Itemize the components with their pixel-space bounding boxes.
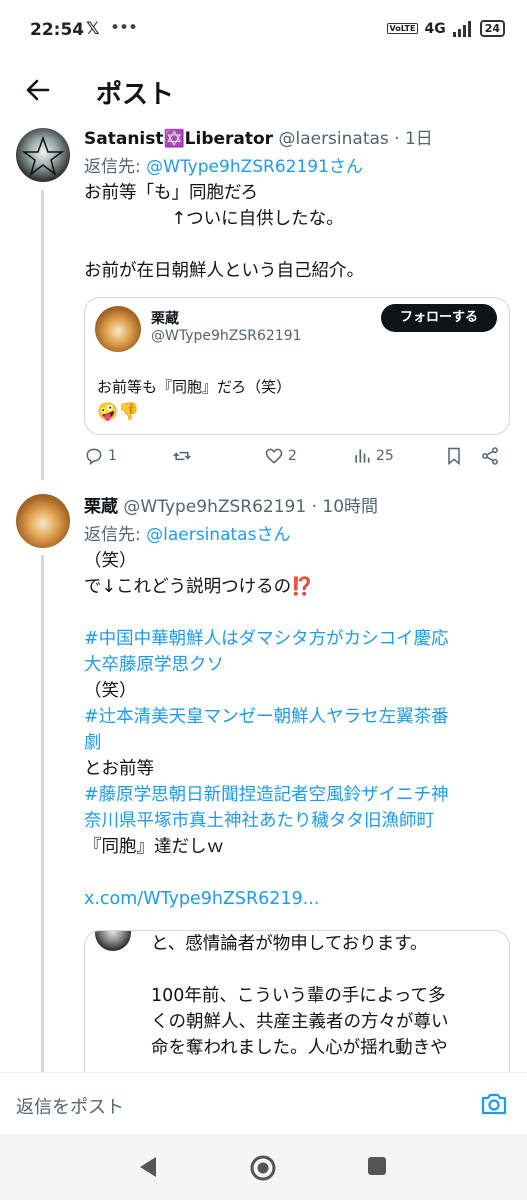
tweet-actions: 1 2 25 [84, 446, 504, 474]
repost-icon [173, 451, 191, 461]
status-time: 22:54 [30, 20, 85, 40]
avatar[interactable] [16, 128, 70, 182]
tweet-line: で↓これどう説明つけるの⁉️ [84, 577, 313, 597]
like-count: 2 [288, 448, 297, 464]
share-icon [482, 447, 498, 465]
author-name[interactable]: Satanist✡️Liberator [84, 129, 273, 149]
hashtag-link[interactable]: 奈川県平塚市真土神社あたり穢タタ旧漁師町 [84, 808, 504, 834]
status-bar: 22:54 𝕏 ••• VoLTE 4G 24 [0, 0, 527, 62]
embedded-line: 命を奪われました。人心が揺れ動きや [151, 1038, 448, 1058]
tweet-line: ↑ついに自供したな。 [84, 209, 344, 229]
tweet-author-line: 栗蔵 @WType9hZSR62191 · 10時間 [84, 492, 378, 517]
system-nav-bar [0, 1134, 527, 1200]
thread-connector [41, 190, 44, 480]
hashtag-link[interactable]: 劇 [84, 730, 504, 756]
reply-icon [86, 448, 102, 465]
reply-prefix: 返信先: [84, 157, 147, 177]
reply-prefix: 返信先: [84, 525, 147, 545]
embedded-line: 100年前、こういう輩の手によって多 [151, 986, 446, 1006]
views-icon [355, 449, 370, 463]
author-handle-time: @laersinatas · 1日 [273, 129, 433, 149]
tweet-line: （笑） [84, 551, 137, 571]
reply-mention-link[interactable]: @WType9hZSR62191さん [146, 157, 363, 177]
author-name[interactable]: 栗蔵 [84, 497, 118, 517]
pentagram-icon [21, 135, 65, 176]
network-type: 4G [424, 20, 446, 37]
x-app-icon: 𝕏 [86, 19, 100, 39]
quoted-author-name: 栗蔵 [151, 311, 179, 327]
page-header: ポスト [0, 62, 527, 120]
hashtag-link[interactable]: 大卒藤原学思クソ [84, 652, 504, 678]
share-button[interactable] [480, 446, 500, 466]
embedded-tweet-card[interactable]: と、感情論者が物申しております。 100年前、こういう輩の手によって多 くの朝鮮人、… [84, 930, 510, 1080]
tweet-text: お前等「も」同胞だろ ↑ついに自供したな。 お前が在日朝鮮人という自己紹介。 [84, 180, 504, 284]
quoted-tweet-card[interactable]: 栗蔵 @WType9hZSR62191 フォローする お前等も『同胞』だろ（笑）… [84, 297, 510, 435]
tweet-line: お前等「も」同胞だろ [84, 183, 258, 203]
thread-connector [41, 555, 44, 1075]
quoted-emoji: 🤪👎 [97, 402, 140, 422]
status-indicators: VoLTE 4G 24 [386, 20, 505, 37]
hashtag-link[interactable]: #藤原学思朝日新聞捏造記者空風鈴ザイニチ神 [84, 782, 504, 808]
embedded-line: と、感情論者が物申しております。 [151, 934, 428, 954]
follow-button[interactable]: フォローする [381, 304, 497, 332]
embedded-line: くの朝鮮人、共産主義者の方々が尊い [151, 1012, 449, 1032]
volte-icon: VoLTE [386, 23, 419, 34]
embedded-line [151, 957, 501, 983]
tweet-line: とお前等 [84, 759, 154, 779]
author-handle-time: @WType9hZSR62191 · 10時間 [118, 497, 379, 517]
more-notifications-icon: ••• [110, 18, 138, 38]
avatar[interactable] [16, 494, 70, 548]
bookmark-button[interactable] [444, 446, 464, 466]
tweet-line [84, 232, 504, 258]
quoted-text: お前等も『同胞』だろ（笑） [97, 378, 292, 396]
battery-icon: 24 [479, 20, 505, 37]
tweet-line: 『同胞』達だしｗ [84, 837, 224, 857]
reply-count: 1 [108, 448, 117, 464]
tweet-line: お前が在日朝鮮人という自己紹介。 [84, 261, 364, 281]
reply-to-line: 返信先: @WType9hZSR62191さん [84, 152, 363, 177]
hashtag-link[interactable]: #辻本清美天皇マンゼー朝鮮人ヤラセ左翼茶番 [84, 704, 504, 730]
bookmark-icon [448, 447, 460, 466]
tweet-text: （笑） で↓これどう説明つけるの⁉️ #中国中華朝鮮人はダマシタ方がカシコイ慶応 大卒… [84, 548, 504, 912]
reply-mention-link[interactable]: @laersinatasさん [146, 525, 290, 545]
reply-to-line: 返信先: @laersinatasさん [84, 520, 290, 545]
views-count: 25 [376, 448, 394, 464]
hashtag-link[interactable]: #中国中華朝鮮人はダマシタ方がカシコイ慶応 [84, 626, 504, 652]
tweet-line [84, 860, 504, 886]
camera-icon[interactable] [479, 1089, 509, 1119]
signal-icon [452, 20, 471, 37]
reply-button[interactable]: 1 [84, 446, 117, 466]
embedded-avatar [95, 931, 131, 951]
heart-icon [265, 448, 283, 464]
repost-button[interactable] [172, 446, 196, 466]
embedded-text: と、感情論者が物申しております。 100年前、こういう輩の手によって多 くの朝鮮人、… [151, 931, 501, 1061]
back-arrow-icon[interactable] [22, 74, 54, 106]
back-triangle-icon[interactable] [136, 1154, 160, 1180]
recents-square-icon[interactable] [366, 1154, 388, 1178]
quoted-author-handle: @WType9hZSR62191 [151, 328, 302, 344]
views-button[interactable]: 25 [352, 446, 394, 466]
tweet-line [84, 600, 504, 626]
hashtag-link[interactable]: x.com/WType9hZSR6219... [84, 886, 504, 912]
quoted-avatar[interactable] [95, 306, 141, 352]
reply-composer: 返信をポスト [0, 1072, 527, 1134]
page-title: ポスト [96, 80, 175, 110]
tweet-line: （笑） [84, 681, 137, 701]
tweet-author-line: Satanist✡️Liberator @laersinatas · 1日 [84, 124, 433, 149]
home-circle-icon[interactable] [249, 1154, 277, 1182]
reply-input[interactable]: 返信をポスト [16, 1093, 124, 1119]
like-button[interactable]: 2 [264, 446, 297, 466]
